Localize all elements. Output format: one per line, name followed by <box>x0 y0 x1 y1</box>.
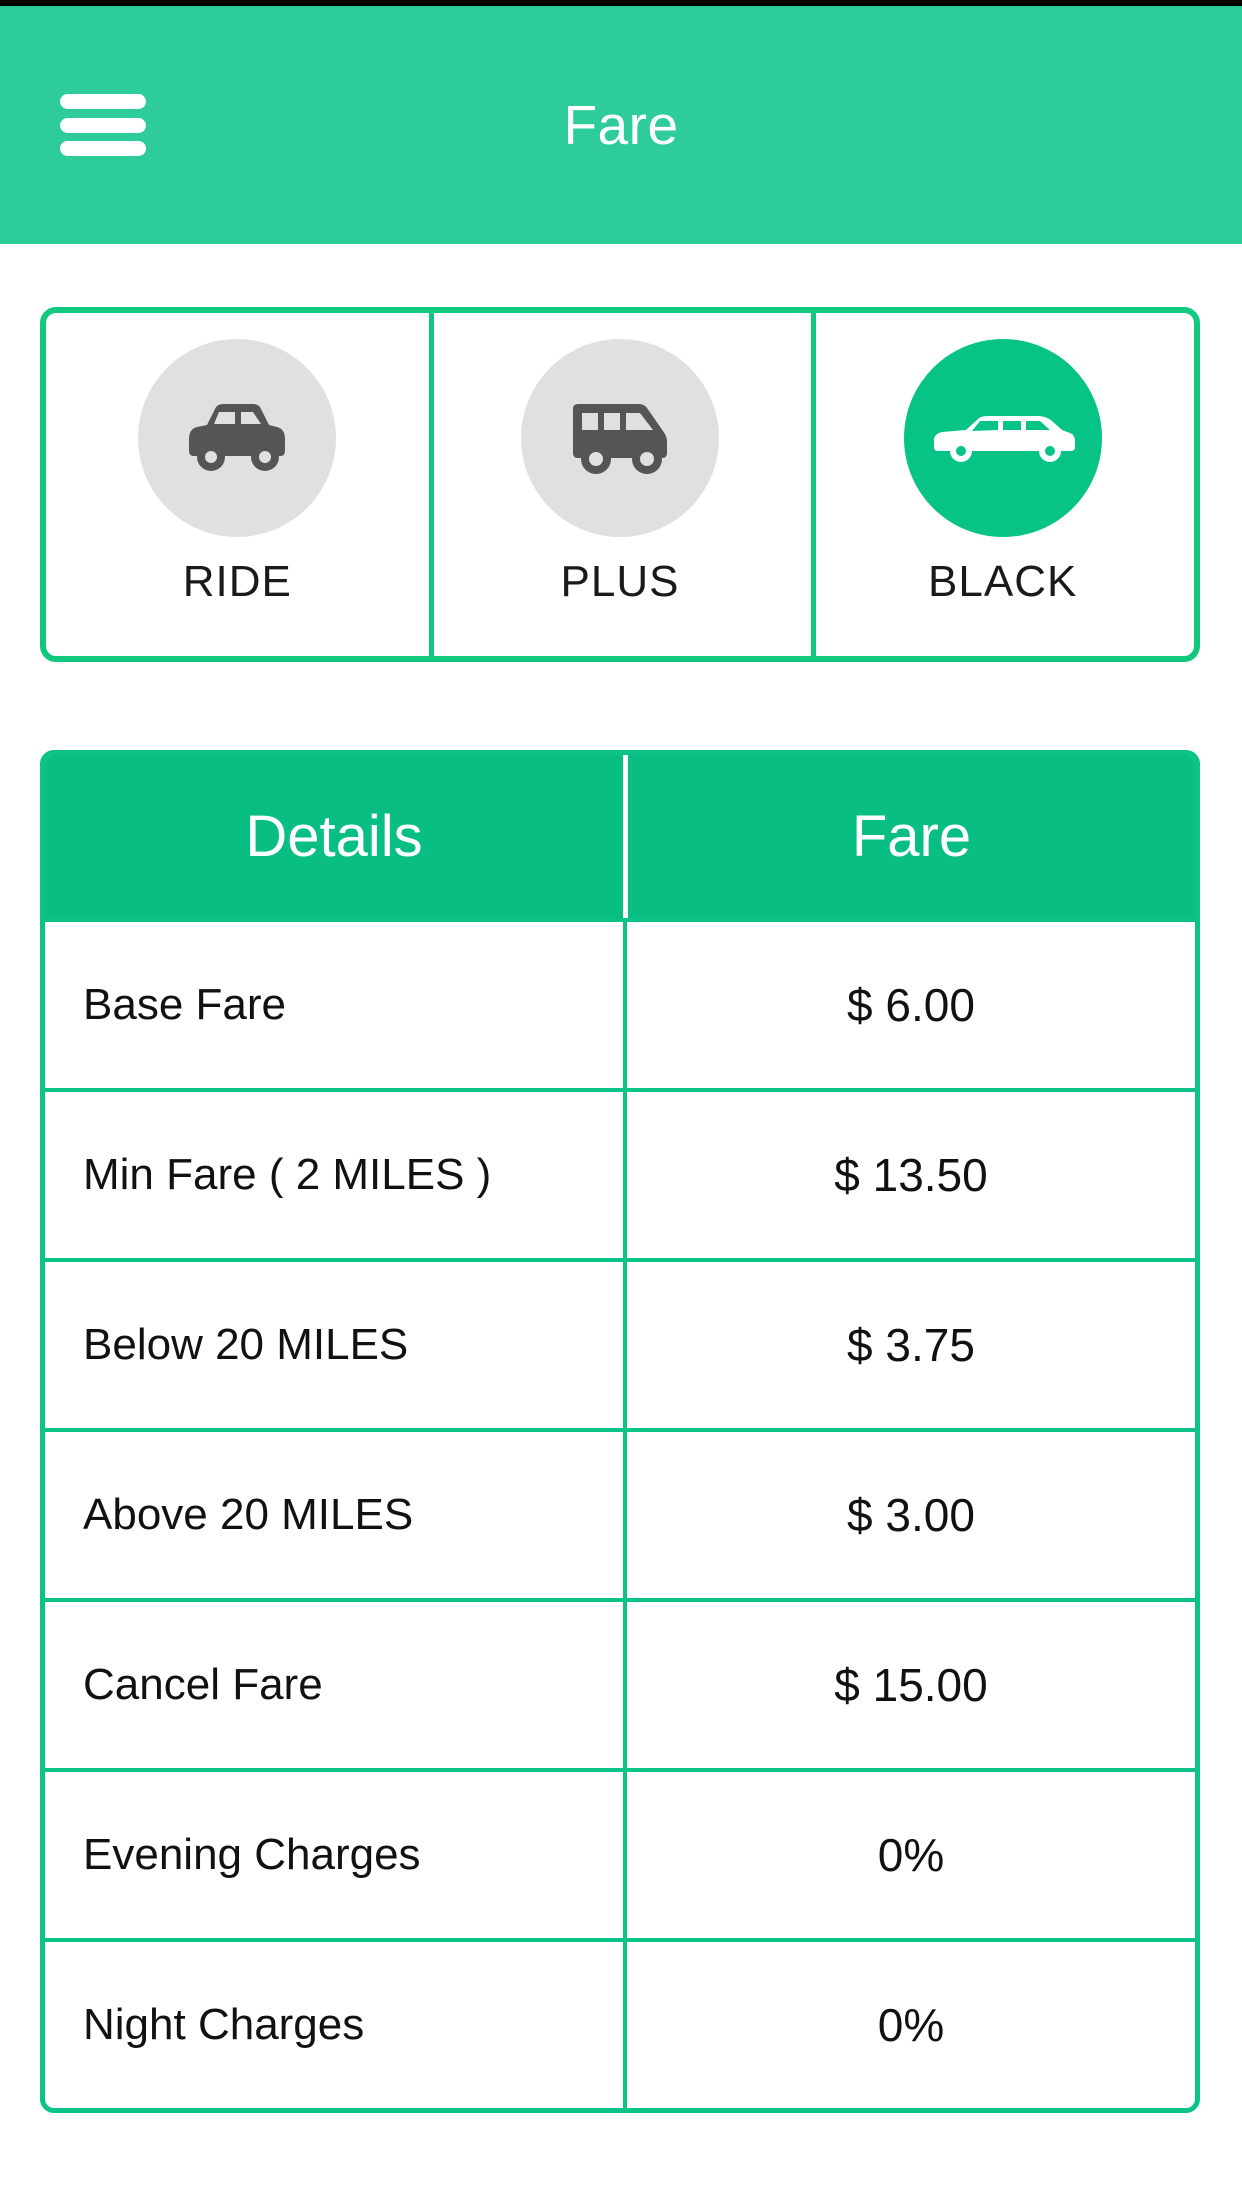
hamburger-line-2 <box>60 117 146 133</box>
black-icon-circle <box>903 339 1102 537</box>
ride-icon-circle <box>138 339 337 537</box>
vehicle-tab-label-black: BLACK <box>928 557 1078 606</box>
hamburger-line-1 <box>60 94 146 109</box>
plus-icon-circle <box>521 339 719 537</box>
table-row: Below 20 MILES $ 3.75 <box>45 1258 1195 1428</box>
row-value: $ 3.75 <box>623 1262 1195 1428</box>
row-label: Evening Charges <box>83 1830 421 1879</box>
row-value: $ 15.00 <box>623 1602 1195 1768</box>
vehicle-tab-label-plus: PLUS <box>560 557 680 606</box>
row-label: Above 20 MILES <box>83 1490 414 1539</box>
car-icon <box>189 404 286 471</box>
table-row: Base Fare $ 6.00 <box>45 918 1195 1088</box>
row-value: 0% <box>623 1772 1195 1938</box>
limousine-icon <box>933 416 1075 462</box>
row-label: Below 20 MILES <box>83 1320 409 1369</box>
row-label: Cancel Fare <box>83 1660 323 1709</box>
table-row: Night Charges 0% <box>45 1938 1195 2108</box>
vehicle-tab-label-ride: RIDE <box>182 557 292 606</box>
column-header-fare: Fare <box>623 755 1195 918</box>
fare-table: Details Fare Base Fare $ 6.00 Min Fare (… <box>40 750 1200 2113</box>
table-row: Evening Charges 0% <box>45 1768 1195 1938</box>
hamburger-menu-icon[interactable] <box>60 94 146 156</box>
row-value: $ 6.00 <box>623 922 1195 1088</box>
vehicle-tab-plus[interactable]: PLUS <box>428 313 812 656</box>
column-header-details: Details <box>245 804 423 869</box>
app-screen: Fare RIDE PLUS BLACK Details Fare Base F… <box>0 0 1242 2208</box>
row-label: Min Fare ( 2 MILES ) <box>83 1150 492 1199</box>
vehicle-tab-black[interactable]: BLACK <box>811 313 1194 656</box>
table-row: Cancel Fare $ 15.00 <box>45 1598 1195 1768</box>
vehicle-tab-ride[interactable]: RIDE <box>46 313 429 656</box>
app-bar: Fare <box>0 6 1242 244</box>
table-row: Min Fare ( 2 MILES ) $ 13.50 <box>45 1088 1195 1258</box>
row-value: $ 3.00 <box>623 1432 1195 1598</box>
row-label: Night Charges <box>83 2000 365 2049</box>
row-value: $ 13.50 <box>623 1092 1195 1258</box>
vehicle-type-selector: RIDE PLUS BLACK <box>40 307 1200 662</box>
page-title: Fare <box>563 94 679 156</box>
row-value: 0% <box>623 1942 1195 2108</box>
van-icon <box>573 404 667 474</box>
fare-table-header: Details Fare <box>45 755 1195 918</box>
table-row: Above 20 MILES $ 3.00 <box>45 1428 1195 1598</box>
row-label: Base Fare <box>83 980 286 1029</box>
hamburger-line-3 <box>60 141 146 156</box>
